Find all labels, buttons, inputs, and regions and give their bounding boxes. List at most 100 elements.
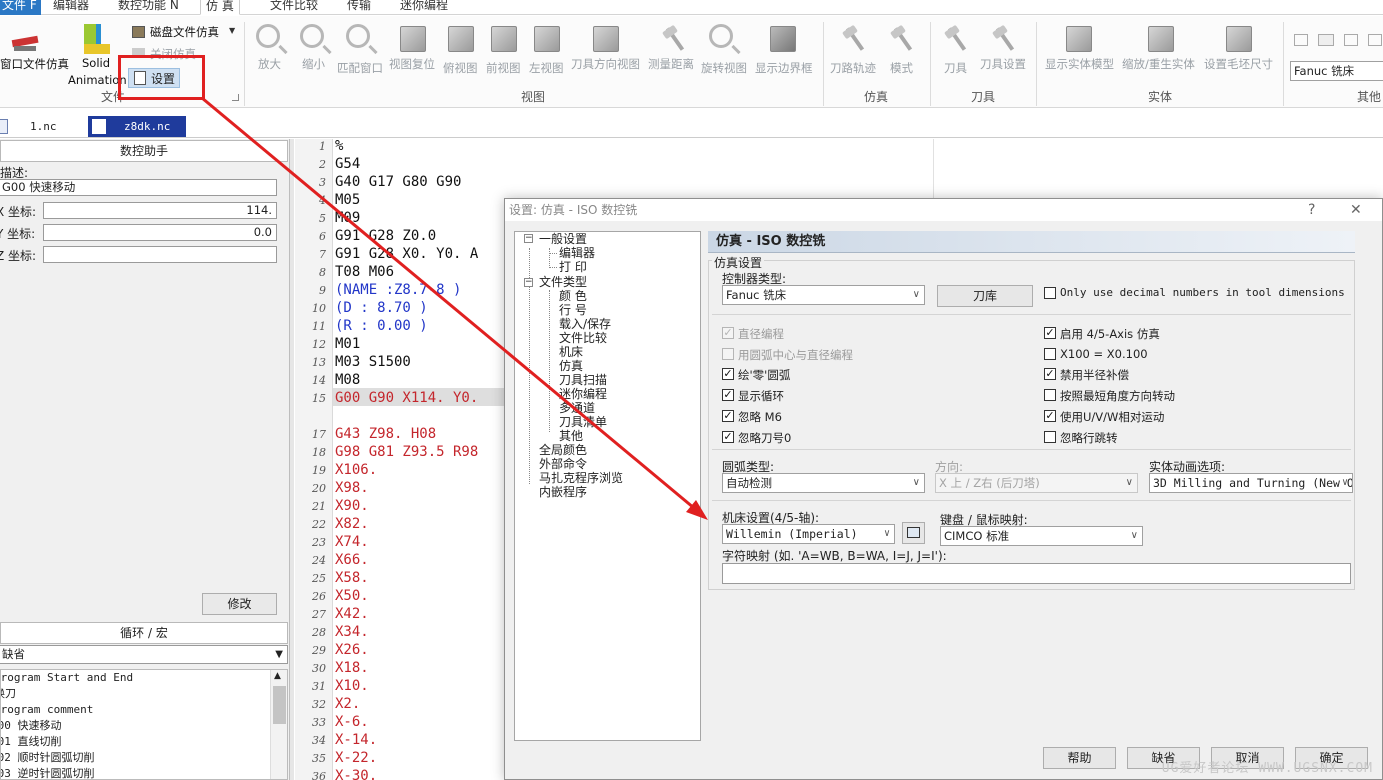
option-checkbox[interactable]: ✓ — [722, 368, 734, 381]
machine-config-button[interactable] — [902, 522, 925, 544]
top-view-button[interactable]: 俯视图 — [443, 60, 478, 76]
code-line[interactable]: X26. — [335, 642, 369, 658]
tool-settings-button[interactable]: 刀具设置 — [980, 56, 1026, 72]
rescale-button[interactable]: 缩放/重生实体 — [1122, 56, 1195, 72]
macro-scrollbar[interactable]: ▲ — [270, 670, 287, 779]
tool-library-button[interactable]: 刀库 — [937, 285, 1033, 307]
code-line[interactable]: X82. — [335, 516, 369, 532]
disk-sim-button[interactable]: 磁盘文件仿真 — [150, 24, 219, 40]
option-checkbox[interactable]: ✓ — [722, 389, 734, 402]
list-item[interactable]: G02 顺时针圆弧切削 — [1, 750, 287, 766]
cycle-select[interactable]: 缺省 ▼ — [0, 645, 288, 664]
zoom-out-button[interactable]: 缩小 — [302, 56, 325, 72]
code-line[interactable]: X66. — [335, 552, 369, 568]
panel-splitter[interactable] — [290, 139, 294, 780]
dialog-launcher-icon[interactable] — [232, 94, 239, 101]
list-item[interactable]: 换刀 — [1, 686, 287, 702]
code-line[interactable]: G91 G28 X0. Y0. A — [335, 246, 478, 262]
collapse-icon[interactable]: − — [524, 234, 533, 243]
option-checkbox[interactable]: ✓ — [722, 327, 734, 339]
solid-button[interactable]: Solid — [82, 56, 110, 70]
tree-machine[interactable]: 机床 — [559, 346, 583, 359]
tree-loadsave[interactable]: 载入/保存 — [559, 318, 611, 331]
y-field[interactable]: 0.0 — [43, 224, 277, 241]
tree-embedded[interactable]: 内嵌程序 — [539, 486, 587, 499]
code-line[interactable]: X50. — [335, 588, 369, 604]
tree-multichannel[interactable]: 多通道 — [559, 402, 595, 415]
tree-print[interactable]: 打 印 — [559, 261, 587, 274]
code-line[interactable]: G91 G28 Z0.0 — [335, 228, 436, 244]
code-line[interactable]: X74. — [335, 534, 369, 550]
reset-view-button[interactable]: 视图复位 — [389, 56, 435, 72]
tree-sim[interactable]: 仿真 — [559, 360, 583, 373]
macro-list[interactable]: Program Start and End 换刀 Program comment… — [0, 669, 288, 780]
code-line[interactable]: X-22. — [335, 750, 377, 766]
x-field[interactable]: 114. — [43, 202, 277, 219]
option-checkbox[interactable]: ✓ — [722, 409, 734, 422]
tab-file[interactable]: 文件 F — [0, 0, 41, 15]
code-line[interactable]: X106. — [335, 462, 377, 478]
left-view-button[interactable]: 左视图 — [529, 60, 564, 76]
code-line[interactable]: (NAME :Z8.7-8 ) — [335, 282, 461, 298]
tree-extcmd[interactable]: 外部命令 — [539, 458, 587, 471]
option-checkbox[interactable]: ✓ — [722, 430, 734, 443]
help-icon[interactable]: ? — [1308, 199, 1315, 221]
tab-mini-programming[interactable]: 迷你编程 — [400, 0, 448, 15]
tree-color[interactable]: 颜 色 — [559, 290, 587, 303]
rotate-view-button[interactable]: 旋转视图 — [701, 60, 747, 76]
tree-toolscan[interactable]: 刀具扫描 — [559, 374, 607, 387]
option-checkbox[interactable]: ✓ — [1044, 327, 1056, 339]
tab-transfer[interactable]: 传输 — [347, 0, 371, 15]
code-line[interactable]: G40 G17 G80 G90 — [335, 174, 461, 190]
code-line[interactable]: M03 S1500 — [335, 354, 411, 370]
mode-button[interactable]: 模式 — [890, 60, 913, 76]
modify-button[interactable]: 修改 — [202, 593, 277, 615]
bounds-button[interactable]: 显示边界框 — [755, 60, 813, 76]
code-line[interactable]: % — [335, 138, 343, 154]
window-sim-button[interactable]: 窗口文件仿真 — [0, 56, 69, 72]
scroll-up-icon[interactable]: ▲ — [274, 671, 281, 681]
ctrl-type-select[interactable]: Fanuc 铣床 ∨ — [722, 285, 925, 305]
code-line[interactable]: M05 — [335, 192, 360, 208]
doc-tab-2[interactable]: z8dk.nc — [88, 116, 186, 137]
keyboard-map-select[interactable]: CIMCO 标准 ∨ — [940, 526, 1143, 546]
tab-compare[interactable]: 文件比较 — [270, 0, 318, 15]
code-line[interactable]: (R : 0.00 ) — [335, 318, 428, 334]
tree-mini[interactable]: 迷你编程 — [559, 388, 607, 401]
code-line[interactable]: X42. — [335, 606, 369, 622]
option-checkbox[interactable] — [1044, 430, 1056, 443]
list-item[interactable]: Program Start and End — [1, 670, 287, 686]
show-solid-button[interactable]: 显示实体模型 — [1045, 56, 1114, 72]
machine-select[interactable]: Fanuc 铣床 — [1290, 61, 1383, 81]
code-line[interactable]: X-14. — [335, 732, 377, 748]
tab-simulation[interactable]: 仿 真 — [200, 0, 240, 15]
code-line[interactable]: X98. — [335, 480, 369, 496]
code-line[interactable]: T08 M06 — [335, 264, 394, 280]
code-line[interactable]: X18. — [335, 660, 369, 676]
tree-globalcolor[interactable]: 全局颜色 — [539, 444, 587, 457]
option-checkbox[interactable]: ✓ — [1044, 409, 1056, 422]
close-icon[interactable]: ✕ — [1350, 199, 1362, 221]
scroll-thumb[interactable] — [273, 686, 286, 724]
help-button[interactable]: 帮助 — [1043, 747, 1116, 769]
other-icon-3[interactable] — [1344, 34, 1358, 46]
toolpath-button[interactable]: 刀路轨迹 — [830, 60, 876, 76]
code-line[interactable]: G54 — [335, 156, 360, 172]
list-item[interactable]: G00 快速移动 — [1, 718, 287, 734]
list-item[interactable]: Program comment — [1, 702, 287, 718]
front-view-button[interactable]: 前视图 — [486, 60, 521, 76]
code-line[interactable]: G00 G90 X114. Y0. — [335, 390, 478, 406]
option-checkbox[interactable] — [722, 347, 734, 360]
tree-toollist[interactable]: 刀具清单 — [559, 416, 607, 429]
anim-select[interactable]: 3D Milling and Turning (New Op ∨ — [1149, 473, 1353, 493]
tab-nc-functions[interactable]: 数控功能 N — [118, 0, 179, 15]
code-line[interactable]: M08 — [335, 372, 360, 388]
code-line[interactable]: M09 — [335, 210, 360, 226]
tool-dir-view-button[interactable]: 刀具方向视图 — [571, 56, 640, 72]
other-icon-4[interactable] — [1368, 34, 1382, 46]
machine-settings-select[interactable]: Willemin (Imperial) ∨ — [722, 524, 895, 544]
other-icon-2[interactable] — [1318, 34, 1334, 46]
stock-size-button[interactable]: 设置毛坯尺寸 — [1204, 56, 1273, 72]
tree-general[interactable]: 一般设置 — [539, 233, 587, 246]
decimal-only-checkbox[interactable] — [1044, 287, 1056, 299]
